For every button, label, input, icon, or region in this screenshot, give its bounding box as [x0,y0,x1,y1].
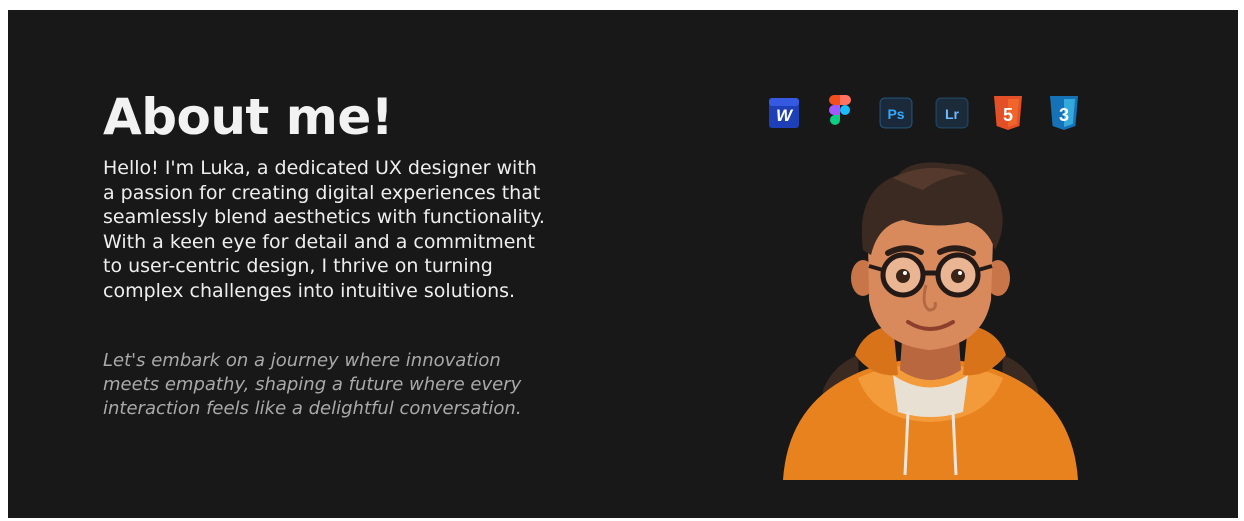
photoshop-icon-label: Ps [887,106,904,122]
figma-icon [829,95,851,125]
avatar [763,150,1098,480]
quote-paragraph: Let's embark on a journey where innovati… [103,350,522,419]
photoshop-icon: Ps [879,97,913,129]
html5-icon-label: 5 [1003,105,1013,125]
css3-icon-label: 3 [1059,105,1069,125]
intro-paragraph: Hello! I'm Luka, a dedicated UX designer… [103,157,545,302]
lightroom-icon: Lr [935,97,969,129]
word-icon: W [769,98,799,128]
tools-icon-row: W Ps Lr 5 3 [766,93,1082,133]
html5-icon: 5 [994,96,1022,130]
about-section: About me! Hello! I'm Luka, a dedicated U… [8,10,1238,518]
word-icon-label: W [776,106,794,125]
page-title: About me! [103,88,394,146]
avatar-illustration [783,162,1078,480]
lightroom-icon-label: Lr [945,106,960,122]
css3-icon: 3 [1050,96,1078,130]
